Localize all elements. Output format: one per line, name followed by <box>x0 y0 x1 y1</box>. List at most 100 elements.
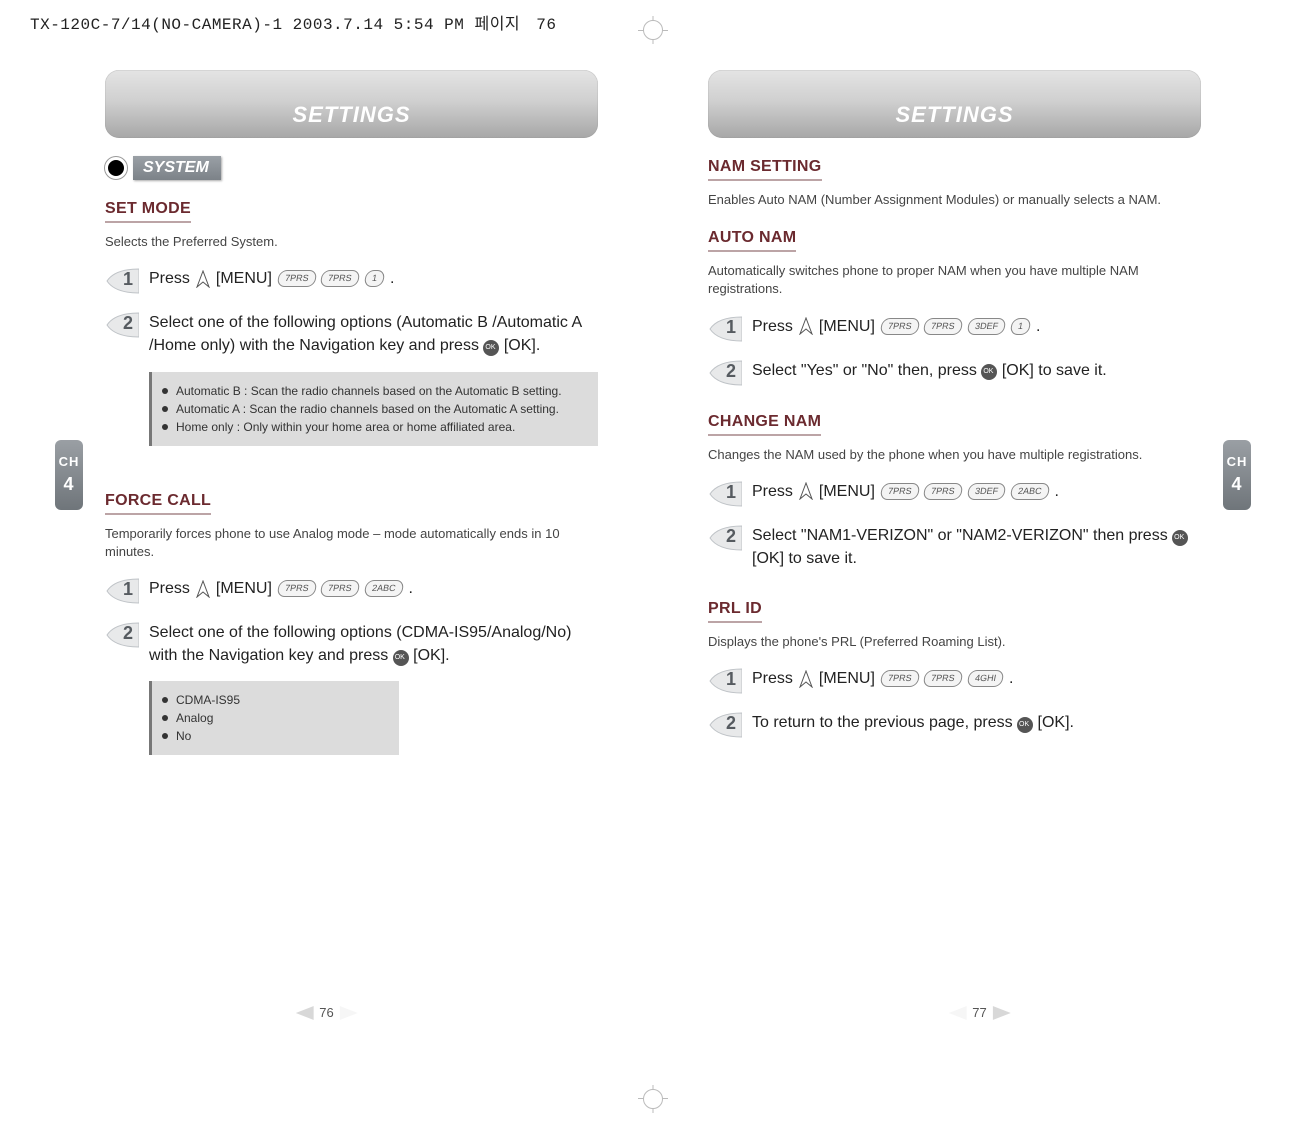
force-call-step2-body: Select one of the following options (CDM… <box>149 621 598 667</box>
step-number-icon: 1 <box>708 480 742 508</box>
step-number-icon: 1 <box>708 315 742 343</box>
step-text: To return to the previous page, press <box>752 714 1013 731</box>
bullet-icon <box>162 697 168 703</box>
auto-nam-step1-body: Press [MENU] 7PRS 7PRS 3DEF 1 . <box>752 315 1040 338</box>
nam-setting-desc: Enables Auto NAM (Number Assignment Modu… <box>708 191 1201 209</box>
keypad-key: 2ABC <box>1009 483 1050 500</box>
note-text: Automatic A : Scan the radio channels ba… <box>176 400 559 418</box>
page-ornament-icon <box>340 1006 358 1020</box>
menu-label: [MENU] <box>819 480 875 503</box>
set-mode-notes: Automatic B : Scan the radio channels ba… <box>149 372 598 446</box>
chapter-tab-ch: CH <box>1227 455 1248 468</box>
keypad-key: 4GHI <box>966 670 1004 687</box>
prl-id-desc: Displays the phone's PRL (Preferred Roam… <box>708 633 1201 651</box>
keypad-key: 2ABC <box>363 580 404 597</box>
bullet-icon <box>162 406 168 412</box>
crop-mark <box>643 20 663 40</box>
set-mode-heading: SET MODE <box>105 200 191 223</box>
page-ornament-icon <box>948 1006 966 1020</box>
press-label: Press <box>752 480 793 503</box>
change-nam-heading: CHANGE NAM <box>708 413 821 436</box>
step-number-icon: 2 <box>708 524 742 552</box>
force-call-desc: Temporarily forces phone to use Analog m… <box>105 525 598 561</box>
change-nam-step-1: 1 Press [MENU] 7PRS 7PRS 3DEF 2ABC . <box>708 480 1201 508</box>
ok-icon <box>483 340 499 356</box>
set-mode-step2-body: Select one of the following options (Aut… <box>149 311 598 357</box>
ok-label: [OK] to save it. <box>752 550 857 567</box>
auto-nam-heading: AUTO NAM <box>708 229 796 252</box>
change-nam-step-2: 2 Select "NAM1-VERIZON" or "NAM2-VERIZON… <box>708 524 1201 570</box>
step-number-icon: 2 <box>105 621 139 649</box>
note-text: No <box>176 727 191 745</box>
ok-label: [OK] to save it. <box>1002 362 1107 379</box>
bullet-icon <box>162 715 168 721</box>
keypad-key: 7PRS <box>923 483 964 500</box>
softkey-icon <box>799 317 813 335</box>
change-nam-desc: Changes the NAM used by the phone when y… <box>708 446 1201 464</box>
page-title-bar: SETTINGS <box>105 70 598 138</box>
force-call-heading: FORCE CALL <box>105 492 211 515</box>
bullet-icon <box>162 388 168 394</box>
note-text: CDMA-IS95 <box>176 691 240 709</box>
step-text: Select "NAM1-VERIZON" or "NAM2-VERIZON" … <box>752 527 1168 544</box>
keypad-key: 7PRS <box>276 580 317 597</box>
force-call-notes: CDMA-IS95 Analog No <box>149 681 399 755</box>
keypad-key: 3DEF <box>966 483 1006 500</box>
spread: CH 4 SETTINGS SYSTEM SET MODE Selects th… <box>0 40 1306 1090</box>
press-label: Press <box>149 577 190 600</box>
prl-id-heading: PRL ID <box>708 600 762 623</box>
chapter-tab: CH 4 <box>1223 440 1251 510</box>
note-text: Analog <box>176 709 213 727</box>
bullet-icon <box>162 733 168 739</box>
softkey-icon <box>196 270 210 288</box>
system-badge-label: SYSTEM <box>143 159 209 176</box>
keypad-key: 7PRS <box>879 483 920 500</box>
step-number-icon: 2 <box>708 711 742 739</box>
step-number-icon: 2 <box>708 359 742 387</box>
keypad-key: 7PRS <box>879 670 920 687</box>
keypad-key: 3DEF <box>966 318 1006 335</box>
page-number-value: 77 <box>972 1005 986 1020</box>
page-title-bar: SETTINGS <box>708 70 1201 138</box>
menu-label: [MENU] <box>819 667 875 690</box>
step-number-icon: 2 <box>105 311 139 339</box>
keypad-key: 7PRS <box>923 318 964 335</box>
step-number-icon: 1 <box>105 267 139 295</box>
step-number-icon: 1 <box>105 577 139 605</box>
auto-nam-desc: Automatically switches phone to proper N… <box>708 262 1201 298</box>
ok-icon <box>393 650 409 666</box>
page-ornament-icon <box>993 1006 1011 1020</box>
page-left: CH 4 SETTINGS SYSTEM SET MODE Selects th… <box>0 40 653 1090</box>
file-stamp-pageno: 76 <box>536 16 556 34</box>
auto-nam-step2-body: Select "Yes" or "No" then, press [OK] to… <box>752 359 1107 382</box>
ok-icon <box>1172 530 1188 546</box>
softkey-icon <box>799 482 813 500</box>
page-number: 77 <box>948 1005 1010 1020</box>
auto-nam-step-1: 1 Press [MENU] 7PRS 7PRS 3DEF 1 . <box>708 315 1201 343</box>
page-number-value: 76 <box>319 1005 333 1020</box>
menu-label: [MENU] <box>216 267 272 290</box>
keypad-key: 1 <box>363 270 385 287</box>
press-label: Press <box>752 315 793 338</box>
file-stamp-text: TX-120C-7/14(NO-CAMERA)-1 2003.7.14 5:54… <box>30 16 464 34</box>
keypad-key: 7PRS <box>276 270 317 287</box>
note-text: Automatic B : Scan the radio channels ba… <box>176 382 562 400</box>
nam-setting-heading: NAM SETTING <box>708 158 822 181</box>
crop-mark <box>643 1089 663 1109</box>
file-stamp-pageword: 페이지 <box>474 16 520 34</box>
step-number-icon: 1 <box>708 667 742 695</box>
ok-label: [OK]. <box>413 647 449 664</box>
step-text: Select one of the following options (CDM… <box>149 624 571 664</box>
press-label: Press <box>752 667 793 690</box>
keypad-key: 7PRS <box>320 580 361 597</box>
auto-nam-step-2: 2 Select "Yes" or "No" then, press [OK] … <box>708 359 1201 387</box>
note-text: Home only : Only within your home area o… <box>176 418 515 436</box>
force-call-step-1: 1 Press [MENU] 7PRS 7PRS 2ABC . <box>105 577 598 605</box>
ok-label: [OK]. <box>1038 714 1074 731</box>
keypad-key: 1 <box>1009 318 1031 335</box>
set-mode-step-1: 1 Press [MENU] 7PRS 7PRS 1 . <box>105 267 598 295</box>
system-badge: SYSTEM <box>133 156 221 180</box>
page-ornament-icon <box>295 1006 313 1020</box>
set-mode-desc: Selects the Preferred System. <box>105 233 598 251</box>
page-number: 76 <box>295 1005 357 1020</box>
